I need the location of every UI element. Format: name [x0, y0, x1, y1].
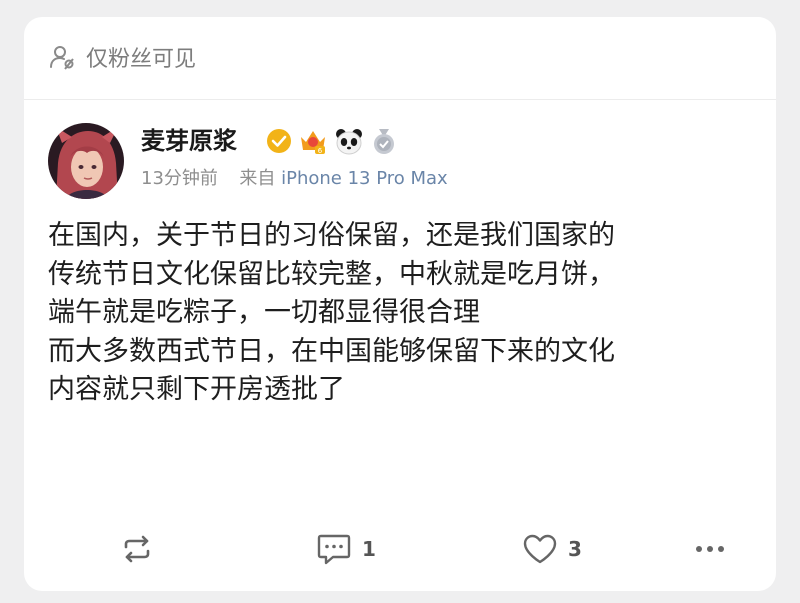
- post-text-line: 而大多数西式节日，在中国能够保留下来的文化: [48, 335, 615, 367]
- source-prefix: 来自: [239, 168, 276, 189]
- like-count: 3: [568, 537, 582, 561]
- post-text-line: 传统节日文化保留比较完整，中秋就是吃月饼，: [48, 258, 615, 290]
- user-badges: 6: [266, 125, 398, 157]
- post-meta: 13分钟前 来自 iPhone 13 Pro Max: [141, 165, 448, 193]
- comment-count: 1: [362, 537, 376, 561]
- comment-icon: [317, 534, 351, 565]
- verified-badge-icon[interactable]: [266, 128, 292, 154]
- repost-button[interactable]: [120, 529, 164, 569]
- heart-icon: [523, 534, 557, 564]
- more-icon: [696, 546, 724, 552]
- avatar[interactable]: [48, 123, 124, 199]
- visibility-indicator: 仅粉丝可见: [48, 41, 196, 73]
- author-name[interactable]: 麦芽原浆: [141, 125, 237, 157]
- panda-badge-icon[interactable]: [334, 126, 364, 156]
- more-button[interactable]: [694, 529, 736, 569]
- visibility-label: 仅粉丝可见: [86, 47, 197, 72]
- repost-icon: [124, 535, 150, 563]
- fans-only-icon: [50, 46, 74, 70]
- like-button[interactable]: 3: [522, 529, 582, 569]
- crown-level-badge-icon[interactable]: 6: [298, 126, 328, 156]
- post-card: 仅粉丝可见 麦芽原浆 6 13分钟前 来自 iPhone 13 Pro Max …: [24, 17, 776, 591]
- comment-button[interactable]: 1: [316, 529, 376, 569]
- svg-text:6: 6: [318, 147, 323, 155]
- post-time: 13分钟前: [141, 168, 218, 189]
- post-body: 在国内，关于节日的习俗保留，还是我们国家的 传统节日文化保留比较完整，中秋就是吃…: [48, 217, 758, 410]
- post-text-line: 在国内，关于节日的习俗保留，还是我们国家的: [48, 220, 615, 251]
- source-device[interactable]: iPhone 13 Pro Max: [281, 168, 448, 189]
- post-text-line: 端午就是吃粽子，一切都显得很合理: [48, 297, 480, 328]
- divider: [24, 99, 776, 100]
- action-bar: 1 3: [24, 529, 776, 569]
- medal-badge-icon[interactable]: [370, 127, 398, 155]
- post-text-line: 内容就只剩下开房透批了: [48, 374, 345, 405]
